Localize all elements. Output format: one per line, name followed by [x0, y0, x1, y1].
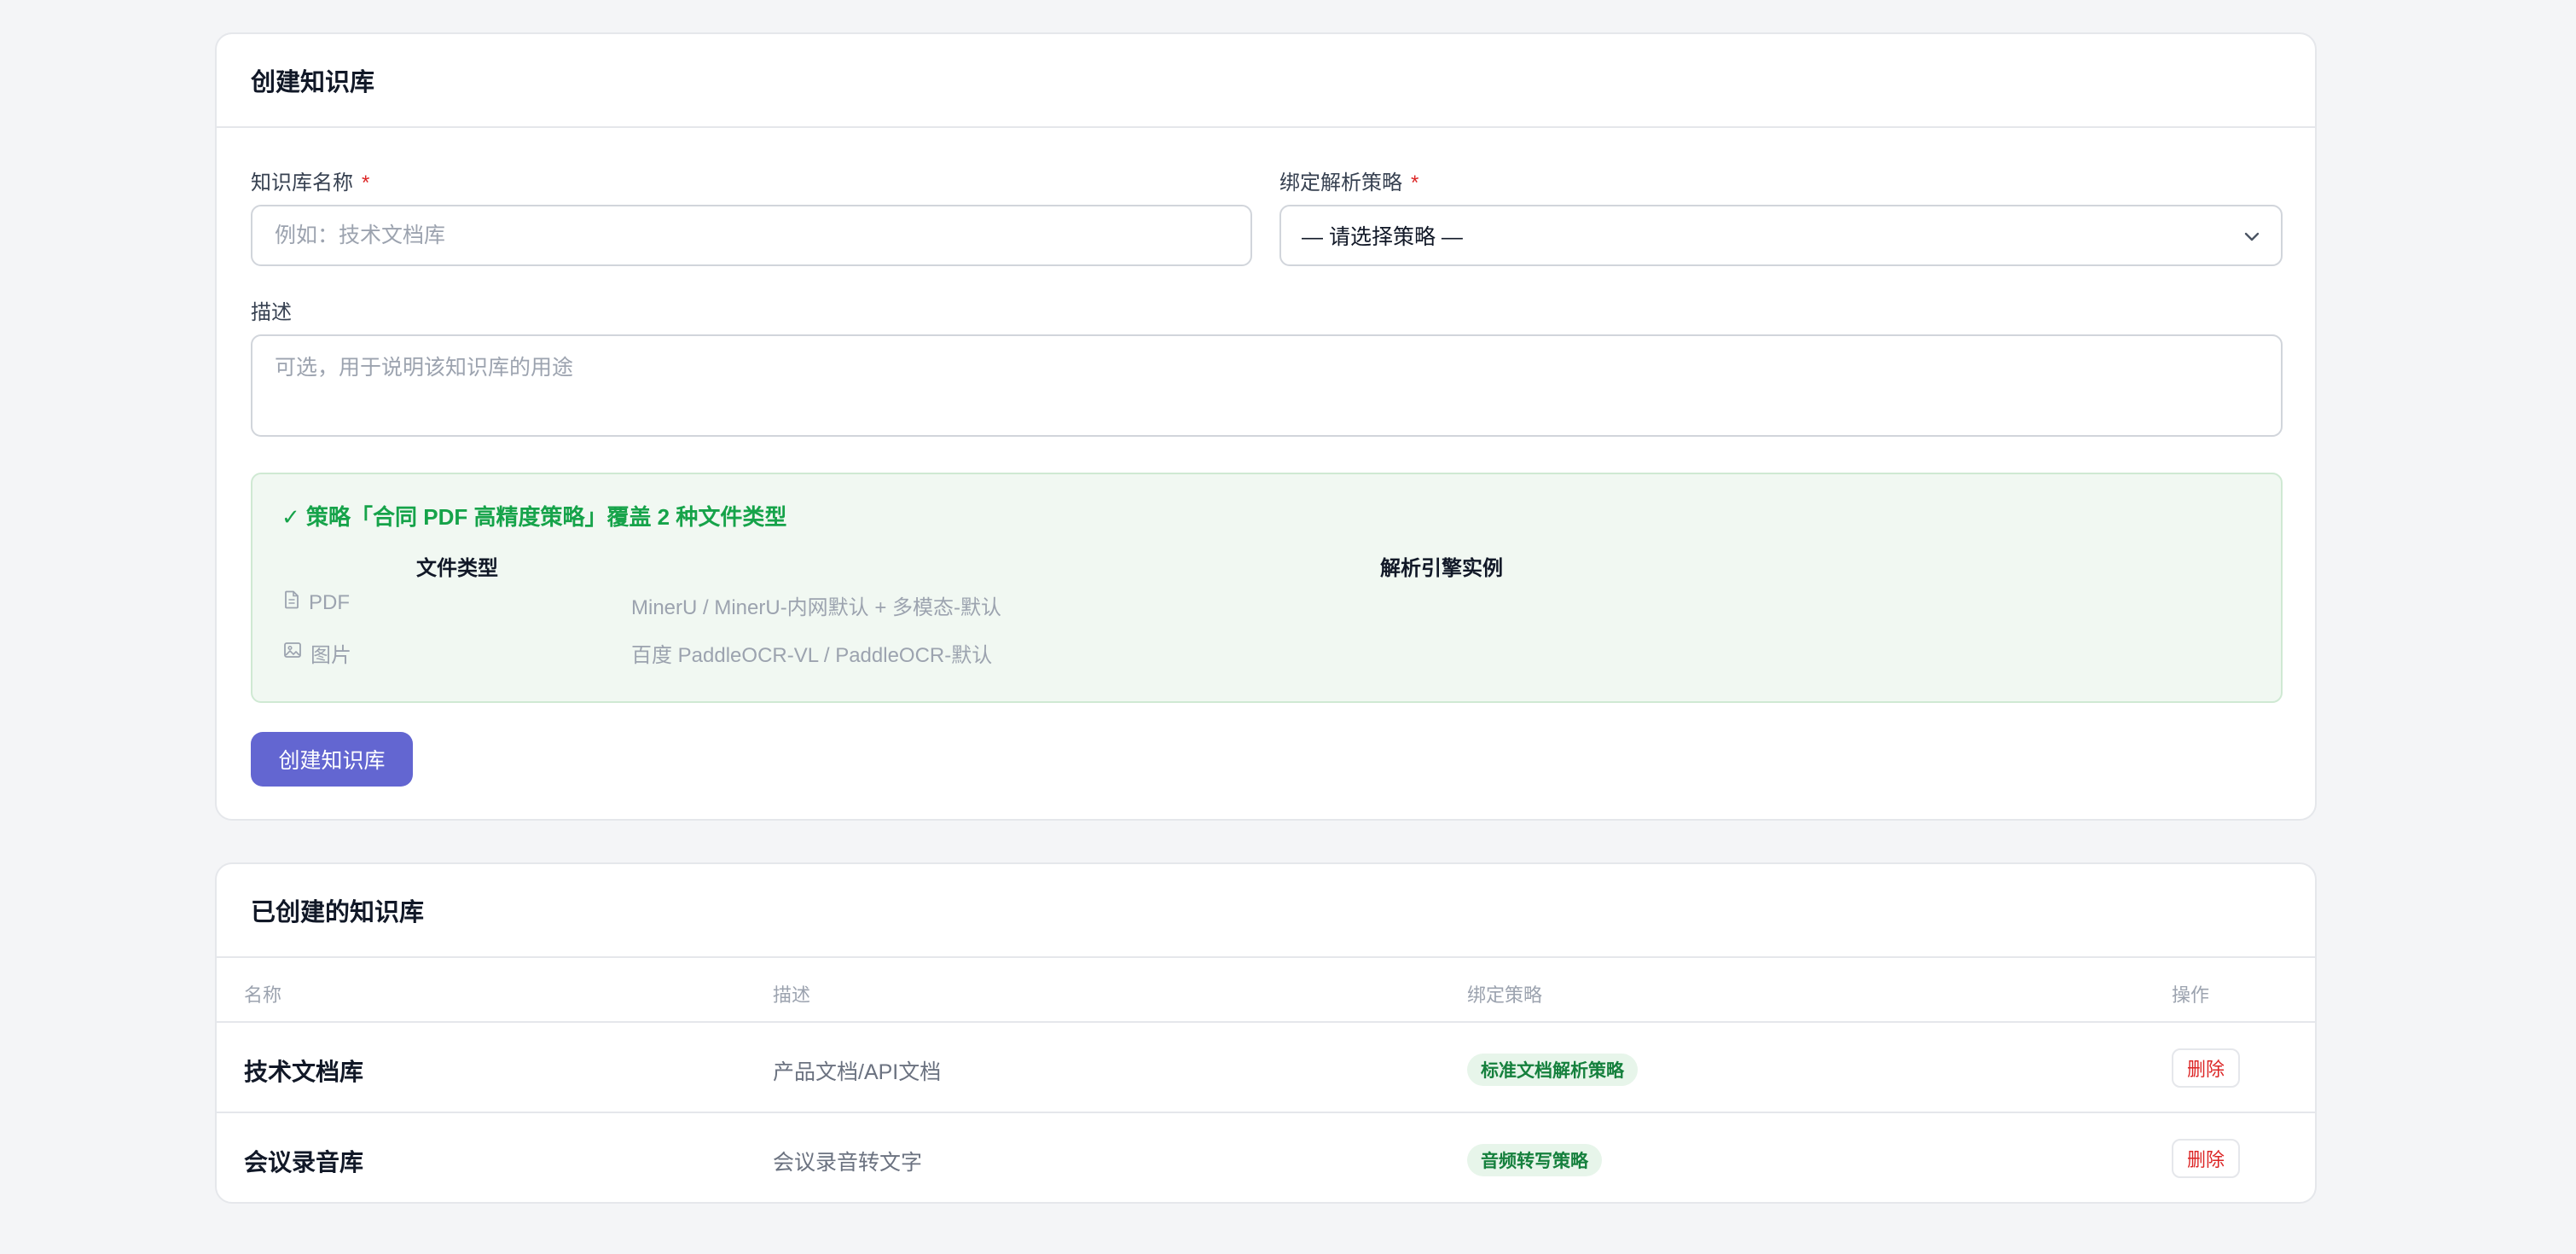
column-header-name: 名称 — [244, 984, 282, 1006]
required-mark: * — [362, 171, 370, 194]
delete-button[interactable]: 删除 — [2172, 1139, 2240, 1178]
create-card-title: 创建知识库 — [217, 34, 2315, 128]
strategy-select-value: — 请选择策略 — — [1302, 225, 1463, 249]
file-type-image: 图片 — [283, 638, 351, 668]
kb-description: 会议录音转文字 — [773, 1151, 923, 1175]
engine-image: 百度 PaddleOCR-VL / PaddleOCR-默认 — [631, 644, 993, 667]
create-knowledge-base-button[interactable]: 创建知识库 — [251, 732, 413, 787]
create-knowledge-base-card: 创建知识库 知识库名称* 绑定解析策略* — 请选择策略 — 描述 ✓ 策略「合… — [215, 32, 2317, 821]
kb-name: 会议录音库 — [244, 1149, 364, 1176]
strategy-coverage-title: ✓ 策略「合同 PDF 高精度策略」覆盖 2 种文件类型 — [281, 504, 787, 530]
description-label: 描述 — [251, 301, 292, 324]
strategy-badge: 音频转写策略 — [1467, 1144, 1602, 1176]
file-type-column-header: 文件类型 — [416, 557, 498, 580]
file-type-pdf: PDF — [283, 590, 350, 615]
knowledge-base-name-input[interactable] — [251, 205, 1252, 266]
image-icon — [283, 641, 302, 665]
strategy-select[interactable]: — 请选择策略 — — [1279, 205, 2283, 266]
existing-knowledge-bases-card: 已创建的知识库 名称 描述 绑定策略 操作 技术文档库 产品文档/API文档 标… — [215, 862, 2317, 1204]
delete-button[interactable]: 删除 — [2172, 1048, 2240, 1088]
kb-name: 技术文档库 — [244, 1059, 364, 1085]
strategy-label: 绑定解析策略 * — [1279, 171, 1419, 194]
chevron-down-icon — [2242, 226, 2262, 253]
engine-column-header: 解析引擎实例 — [1380, 557, 1503, 580]
table-header: 名称 描述 绑定策略 操作 — [217, 958, 2315, 1023]
strategy-badge: 标准文档解析策略 — [1467, 1054, 1638, 1086]
list-card-title: 已创建的知识库 — [217, 864, 2315, 958]
column-header-strategy: 绑定策略 — [1467, 984, 1543, 1006]
description-textarea[interactable] — [251, 334, 2283, 437]
column-header-actions: 操作 — [2172, 984, 2210, 1006]
strategy-coverage-panel: ✓ 策略「合同 PDF 高精度策略」覆盖 2 种文件类型 文件类型 解析引擎实例… — [251, 473, 2283, 703]
table-row: 会议录音库 会议录音转文字 音频转写策略 删除 — [217, 1113, 2315, 1202]
engine-pdf: MinerU / MinerU-内网默认 + 多模态-默认 — [631, 596, 1002, 619]
file-icon — [283, 590, 300, 615]
kb-description: 产品文档/API文档 — [773, 1060, 942, 1084]
name-label: 知识库名称 * — [251, 171, 370, 194]
table-row: 技术文档库 产品文档/API文档 标准文档解析策略 删除 — [217, 1023, 2315, 1113]
column-header-description: 描述 — [773, 984, 811, 1006]
required-mark: * — [1411, 171, 1419, 194]
